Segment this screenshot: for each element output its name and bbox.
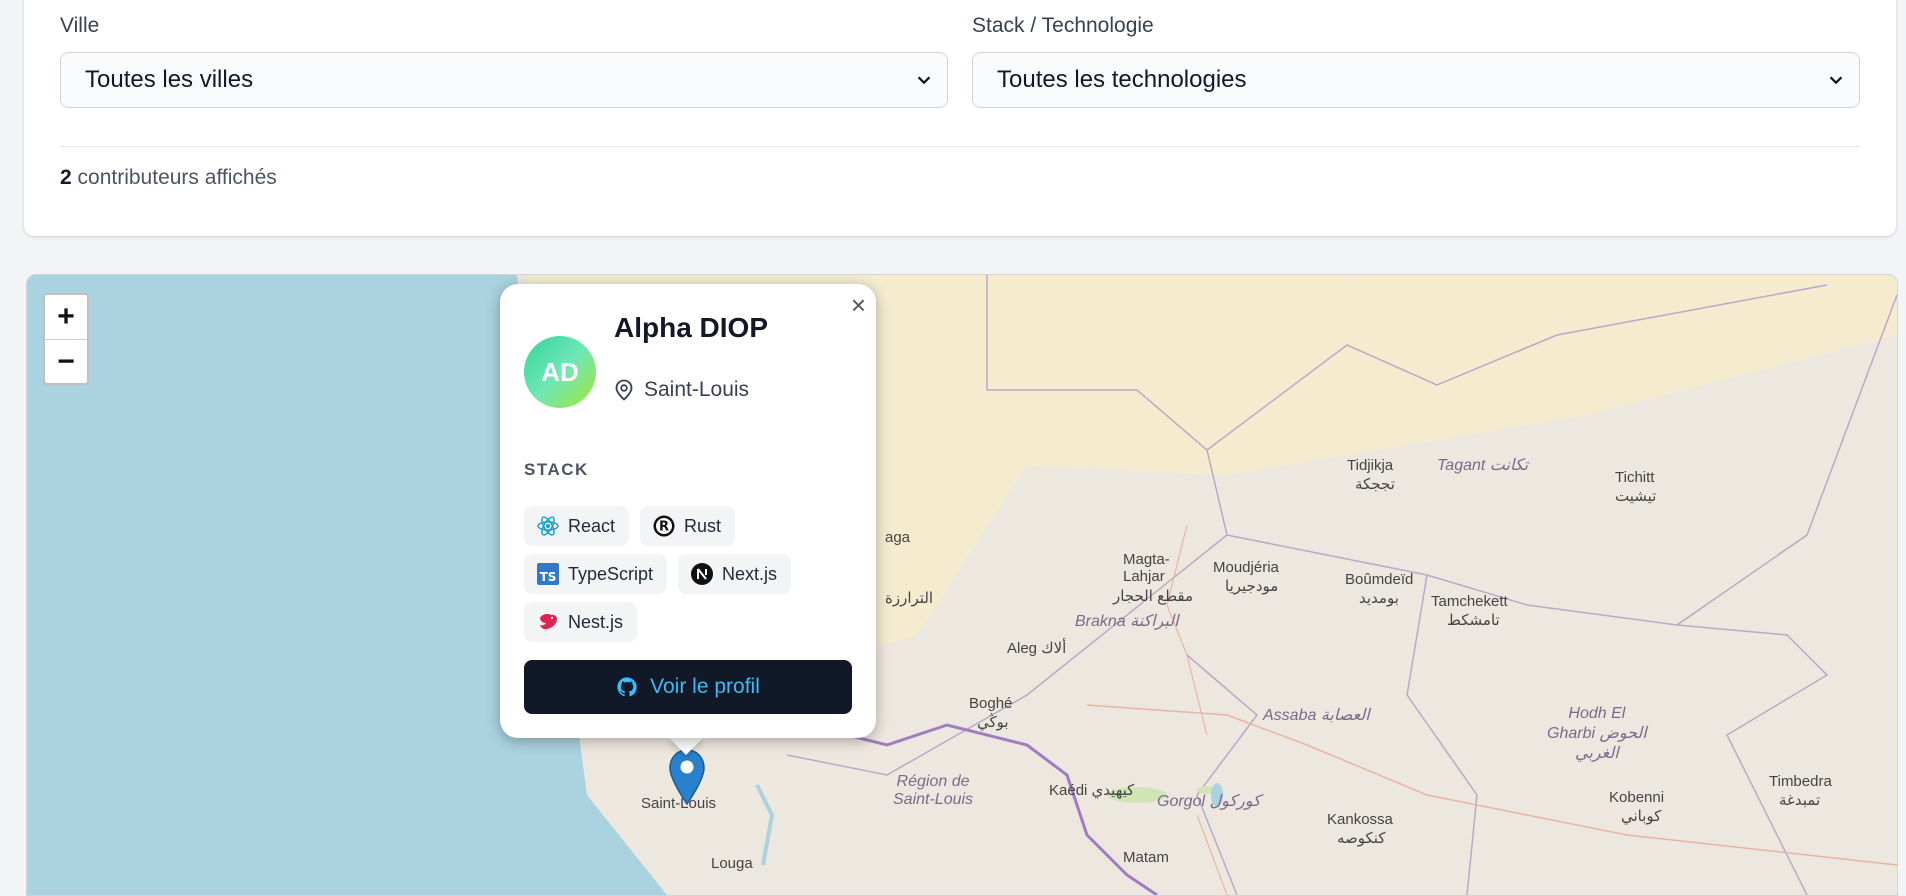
map-label-timbedra: Timbedra xyxy=(1769,773,1832,790)
map-label-boghe: Boghé xyxy=(969,695,1013,712)
map-marker-icon[interactable] xyxy=(668,748,706,806)
map[interactable]: + − Tidjikja تججكة Tagant تكانت Tichitt … xyxy=(26,274,1898,896)
divider xyxy=(60,146,1860,147)
city-select[interactable]: Toutes les villes xyxy=(60,52,948,108)
tag-label: TypeScript xyxy=(568,563,654,584)
map-label-fragment: aga xyxy=(885,529,911,546)
view-profile-label: Voir le profil xyxy=(650,675,760,698)
zoom-control: + − xyxy=(43,293,89,385)
map-label-hodh: Hodh El Gharbi الحوض الغربي xyxy=(1547,705,1647,762)
avatar: AD xyxy=(524,336,596,408)
map-label-gorgol: Gorgol كوركول xyxy=(1157,793,1261,810)
location-pin-icon xyxy=(615,379,633,401)
tag-label: React xyxy=(568,515,616,536)
map-label-boghe-ar: بوڭي xyxy=(977,714,1009,731)
chevron-down-icon xyxy=(1829,76,1843,85)
github-icon xyxy=(617,677,637,697)
map-label-kobenni: Kobenni xyxy=(1609,789,1665,806)
map-label-matam: Matam xyxy=(1123,849,1169,866)
tag-label: Next.js xyxy=(722,563,778,584)
contributor-location: Saint-Louis xyxy=(614,378,749,402)
close-icon[interactable]: × xyxy=(851,292,866,318)
map-label-brakna: Brakna البراكنة xyxy=(1075,613,1179,630)
tag-label: Nest.js xyxy=(568,611,624,632)
zoom-in-button[interactable]: + xyxy=(45,295,87,339)
stack-select-value: Toutes les technologies xyxy=(997,66,1247,93)
filter-card: Ville Toutes les villes Stack / Technolo… xyxy=(24,0,1896,236)
typescript-icon: TS xyxy=(537,563,559,585)
rust-icon: R xyxy=(653,515,675,537)
map-label-tamchekett: Tamchekett xyxy=(1431,593,1508,610)
chevron-down-icon xyxy=(917,76,931,85)
map-label-boumdeid-ar: بومديد xyxy=(1359,590,1399,607)
map-label-tagant: Tagant تكانت xyxy=(1437,457,1529,474)
map-label-kankossa: Kankossa xyxy=(1327,811,1393,828)
city-select-value: Toutes les villes xyxy=(85,66,254,93)
map-label-louga: Louga xyxy=(711,855,753,872)
svg-text:TS: TS xyxy=(540,570,557,584)
contributor-count: 2 contributeurs affichés xyxy=(60,166,277,190)
tag-react: React xyxy=(524,506,630,546)
map-label-kobenni-ar: كوباني xyxy=(1621,808,1662,825)
tag-nextjs: Next.js xyxy=(678,554,792,594)
map-label-trarza: الترارزة xyxy=(885,590,934,607)
map-label-tichitt-ar: تيشيت xyxy=(1615,488,1657,505)
stack-heading: STACK xyxy=(524,460,589,479)
city-filter-label: Ville xyxy=(60,14,100,37)
map-label-region-saint-louis: Région de Saint-Louis xyxy=(893,773,974,808)
map-label-boumdeid: Boûmdeïd xyxy=(1345,571,1414,588)
tag-rust: R Rust xyxy=(640,506,736,546)
map-label-moudjeria-ar: مودجيريا xyxy=(1225,578,1279,595)
count-number: 2 xyxy=(60,166,72,189)
react-icon xyxy=(537,516,559,536)
map-label-tichitt: Tichitt xyxy=(1615,469,1655,486)
stack-select[interactable]: Toutes les technologies xyxy=(972,52,1860,108)
nestjs-icon xyxy=(540,614,557,630)
map-label-assaba: Assaba العصابة xyxy=(1263,707,1370,724)
tag-typescript: TS TypeScript xyxy=(524,554,668,594)
map-label-magta-ar: مقطع الحجار xyxy=(1113,588,1193,605)
tag-label: Rust xyxy=(684,515,722,536)
count-text: contributeurs affichés xyxy=(77,166,277,189)
map-label-tidjikja: Tidjikja xyxy=(1347,457,1394,474)
stack-filter-label: Stack / Technologie xyxy=(972,14,1154,37)
contributor-city: Saint-Louis xyxy=(644,378,750,401)
map-label-kaedi: Kaédi كيهيدي xyxy=(1049,782,1135,799)
map-label-aleg: Aleg ألاك xyxy=(1007,640,1067,657)
map-label-tamchekett-ar: تامشكط xyxy=(1447,612,1500,629)
contributor-name: Alpha DIOP xyxy=(614,312,769,343)
contributor-popup: × AD Alpha DIOP Saint-Louis STACK React xyxy=(500,284,876,738)
svg-text:R: R xyxy=(659,520,669,535)
map-label-tidjikja-ar: تججكة xyxy=(1355,476,1395,493)
map-label-magta: Magta- Lahjar xyxy=(1123,551,1170,585)
view-profile-button[interactable]: Voir le profil xyxy=(524,660,852,714)
map-label-moudjeria: Moudjéria xyxy=(1213,559,1279,576)
map-label-timbedra-ar: تمبدغة xyxy=(1779,792,1821,809)
tag-nestjs: Nest.js xyxy=(524,602,638,642)
map-label-kankossa-ar: كنكوصه xyxy=(1337,830,1386,847)
nextjs-icon xyxy=(691,563,713,585)
zoom-out-button[interactable]: − xyxy=(45,339,87,384)
